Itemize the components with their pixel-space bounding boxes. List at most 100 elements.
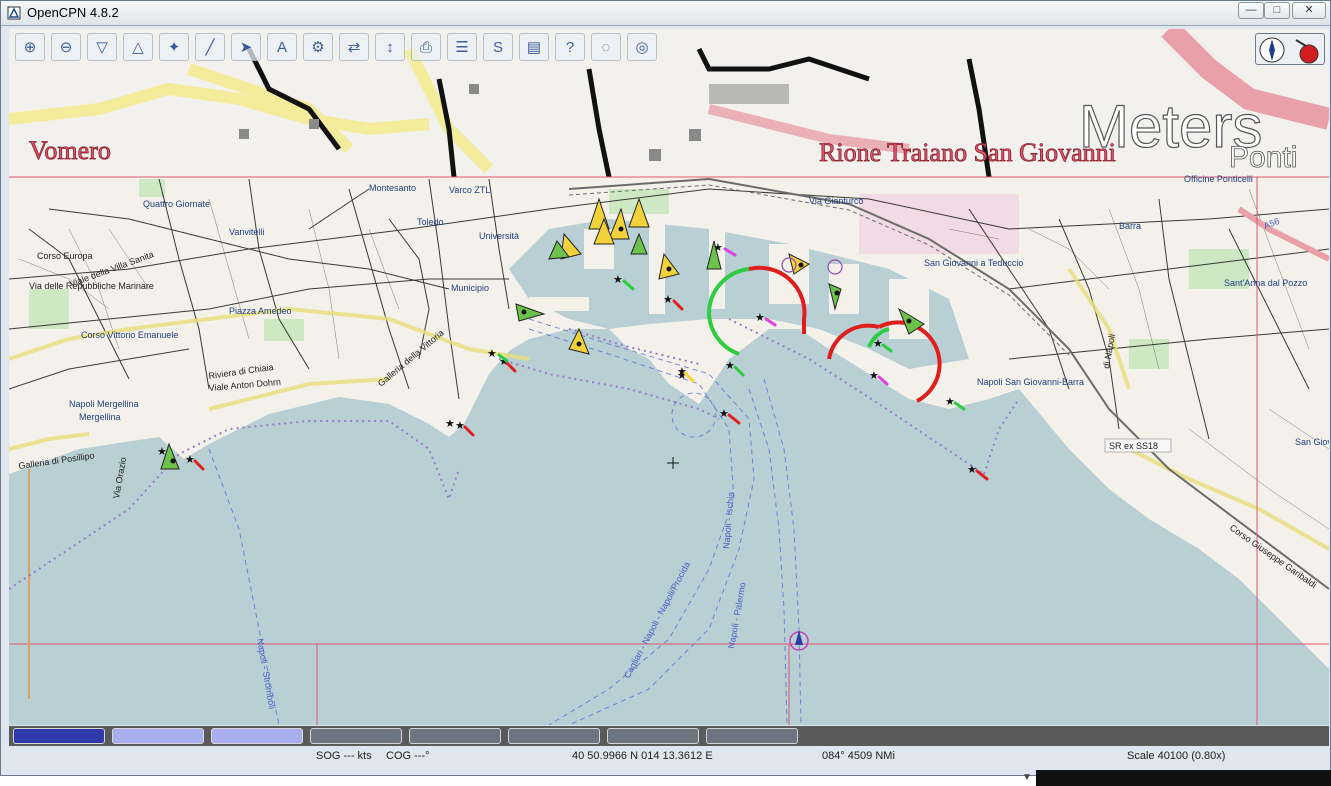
status-sog: SOG --- kts [316,750,372,762]
map-label: Via Gianturco [809,196,863,206]
map-label: Municipio [451,283,489,293]
background-window-strip [1036,770,1331,786]
svg-text:★: ★ [755,311,765,324]
map-label: San Giov [1295,437,1329,447]
map-label: Mergellina [79,412,121,422]
map-label: Vanvitelli [229,227,264,237]
move-icon: ↕ [386,38,394,56]
chart-piano-key[interactable] [607,728,699,744]
zoom-in-icon: ⊕ [23,39,37,56]
scale-in-icon: ▽ [96,39,108,56]
scale-out-button[interactable]: △ [123,33,153,61]
settings-icon: ⚙ [311,39,325,56]
minimize-button[interactable]: — [1238,2,1264,19]
status-bar: SOG --- kts COG ---° 40 50.9966 N 014 13… [9,746,1329,768]
background-scroll-arrow-icon: ▼ [1022,772,1032,783]
svg-text:★: ★ [719,407,729,420]
map-label: Napoli San Giovanni-Barra [977,377,1084,387]
help-button[interactable]: ? [555,33,585,61]
svg-text:★: ★ [677,365,687,378]
chart-piano-key[interactable] [508,728,600,744]
text-button[interactable]: A [267,33,297,61]
status-position: 40 50.9966 N 014 13.3612 E [572,750,713,762]
svg-text:★: ★ [873,337,883,350]
status-scale: Scale 40100 (0.80x) [1127,750,1226,762]
window-title: OpenCPN 4.8.2 [27,5,119,20]
route-button[interactable]: ╱ [195,33,225,61]
chart-piano-key[interactable] [211,728,303,744]
scale-in-button[interactable]: ▽ [87,33,117,61]
maximize-button[interactable]: □ [1264,2,1290,19]
map-label: Officine Ponticelli [1184,174,1253,184]
map-label: Sant'Anna dal Pozzo [1224,278,1307,288]
map-label: Piazza Amedeo [229,306,292,316]
map-label: Barra [1119,221,1141,231]
tracking-button[interactable]: S [483,33,513,61]
title-bar[interactable]: OpenCPN 4.8.2 — □ ✕ [1,1,1330,26]
pan-icon: ✦ [167,39,181,56]
color-scheme-button[interactable]: ▤ [519,33,549,61]
chart-piano-key[interactable] [13,728,105,744]
text-icon: A [276,38,287,56]
svg-text:★: ★ [487,347,497,360]
chart-canvas[interactable]: Vomero Rione Traiano San Giovanni Meters… [9,29,1329,725]
status-bearing-distance: 084° 4509 NMi [822,750,895,762]
main-toolbar: ⊕ ⊖ ▽ △ ✦ ╱ ➤ A ⚙ ⇄ ↕ ⎙ ☰ S ▤? ◌ ◎ [15,33,657,63]
svg-text:★: ★ [455,419,465,432]
lifebuoy-button[interactable]: ◎ [627,33,657,61]
print-icon: ⎙ [419,38,432,56]
zoom-in-button[interactable]: ⊕ [15,33,45,61]
move-button[interactable]: ↕ [375,33,405,61]
overlay-label-rione: Rione Traiano San Giovanni [819,138,1116,167]
svg-text:★: ★ [613,273,623,286]
app-icon [7,6,21,20]
map-label: Università [479,231,519,241]
svg-text:★: ★ [157,445,167,458]
chart-piano-key[interactable] [409,728,501,744]
map-label: Quattro Giornate [143,199,210,209]
map-label: Varco ZTL [449,185,490,195]
map-label: Montesanto [369,183,416,193]
chart-piano-key[interactable] [706,728,798,744]
route-manager-button[interactable]: ☰ [447,33,477,61]
status-cog: COG ---° [386,750,430,762]
mob-counter-button[interactable]: ◌ [591,33,621,61]
svg-text:★: ★ [445,417,455,430]
tracking-icon: S [492,38,503,56]
chart-piano-bar [9,726,1329,746]
route-icon: ╱ [205,39,215,56]
map-label: Corso Europa [37,251,93,261]
scale-out-icon: △ [132,39,144,56]
map-label: Napoli Mergellina [69,399,139,409]
app-window: OpenCPN 4.8.2 — □ ✕ Vomero Rione Traiano… [0,0,1331,776]
follow-button[interactable]: ➤ [231,33,261,61]
svg-text:★: ★ [945,395,955,408]
chart-piano-key[interactable] [112,728,204,744]
map-label: San Giovanni a Teduccio [924,258,1023,268]
track-button[interactable]: ⇄ [339,33,369,61]
svg-text:★: ★ [185,453,195,466]
svg-text:★: ★ [869,369,879,382]
follow-icon: ➤ [239,39,253,56]
help-icon: ? [565,38,575,56]
map-label: Corso Vittorio Emanuele [81,330,178,340]
color-scheme-icon: ▤ [526,39,542,56]
map-label: Toledo [417,217,444,227]
chart-piano-key[interactable] [310,728,402,744]
nautical-chart: Vomero Rione Traiano San Giovanni Meters… [9,29,1329,725]
mob-counter-icon: ◌ [601,38,611,56]
close-button[interactable]: ✕ [1292,2,1326,19]
zoom-out-button[interactable]: ⊖ [51,33,81,61]
zoom-out-icon: ⊖ [59,39,73,56]
svg-text:★: ★ [713,241,723,254]
svg-text:★: ★ [725,359,735,372]
track-icon: ⇄ [347,39,361,56]
svg-text:★: ★ [967,463,977,476]
svg-text:★: ★ [663,293,673,306]
pan-button[interactable]: ✦ [159,33,189,61]
map-label: Via delle Repubbliche Marinare [29,281,154,291]
overlay-label-vomero: Vomero [29,136,111,165]
print-button[interactable]: ⎙ [411,33,441,61]
compass-widget[interactable] [1255,33,1325,65]
settings-button[interactable]: ⚙ [303,33,333,61]
